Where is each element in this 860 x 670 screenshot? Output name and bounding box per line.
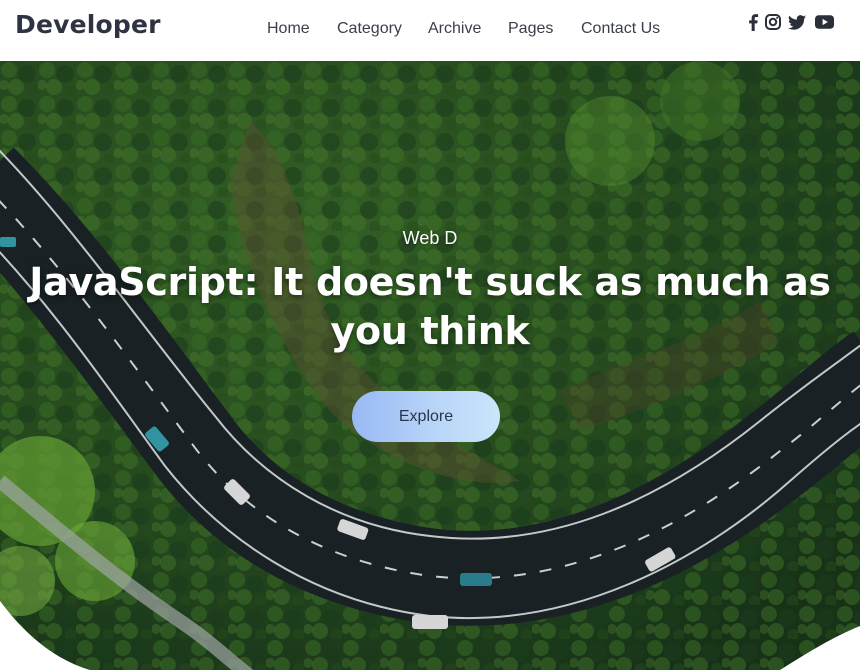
- explore-button[interactable]: Explore: [352, 391, 500, 442]
- hero-background-image: [0, 61, 860, 670]
- youtube-icon[interactable]: [813, 12, 835, 32]
- nav-item-category[interactable]: Category: [337, 18, 402, 40]
- twitter-icon[interactable]: [787, 12, 807, 32]
- site-header: Developer Home Category Archive Pages Co…: [0, 0, 860, 61]
- nav-item-pages[interactable]: Pages: [508, 18, 553, 40]
- instagram-icon[interactable]: [763, 12, 783, 32]
- hero-category-label[interactable]: Web D: [0, 228, 860, 249]
- main-nav: Home Category Archive Pages Contact Us: [0, 18, 860, 42]
- nav-item-home[interactable]: Home: [267, 18, 310, 40]
- hero-title: JavaScript: It doesn't suck as much as y…: [29, 260, 831, 353]
- social-links: [743, 12, 838, 32]
- facebook-icon[interactable]: [743, 12, 763, 32]
- nav-item-contact-us[interactable]: Contact Us: [581, 18, 660, 40]
- nav-item-archive[interactable]: Archive: [428, 18, 481, 40]
- hero-section: Web D JavaScript: It doesn't suck as muc…: [0, 61, 860, 670]
